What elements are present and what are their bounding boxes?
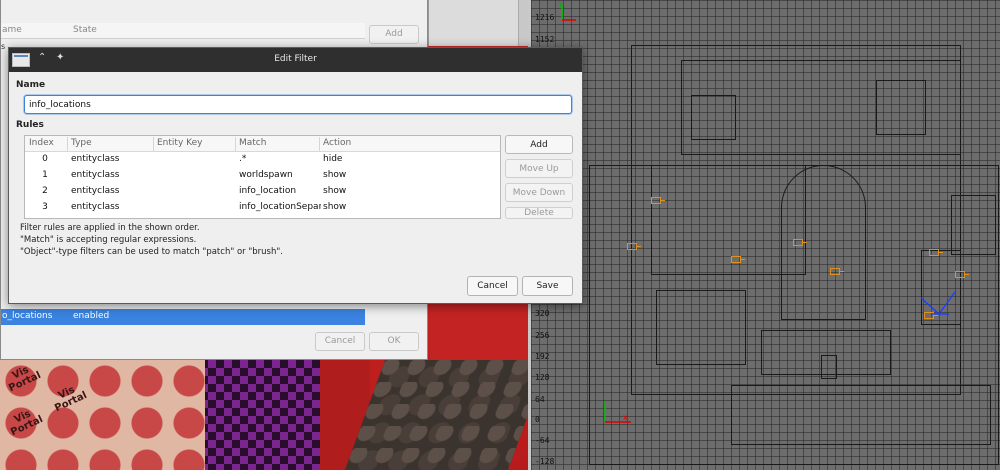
y-axis-tick: 256 [535, 331, 550, 340]
move-down-button[interactable]: Move Down [505, 183, 573, 202]
filter-name-input[interactable] [24, 95, 572, 114]
move-up-button[interactable]: Move Up [505, 159, 573, 178]
cell-index: 0 [42, 154, 48, 164]
table-row[interactable]: 2 entityclass info_location show [25, 184, 500, 200]
y-axis-tick: -64 [535, 436, 550, 445]
map-outline [656, 290, 746, 365]
info-location-entity[interactable] [955, 271, 969, 278]
y-axis-tick: 128 [535, 373, 550, 382]
map-outline [731, 385, 991, 445]
info-text: "Match" is accepting regular expressions… [20, 235, 197, 245]
rules-label: Rules [16, 120, 44, 130]
cell-type: entityclass [71, 202, 120, 212]
y-axis-tick: 1216 [535, 13, 555, 22]
cell-type: entityclass [71, 186, 120, 196]
info-location-entity[interactable] [651, 197, 665, 204]
window-edge [518, 0, 528, 46]
axis-label-x: x [623, 413, 628, 422]
cell-match: info_locationSeparat [239, 202, 321, 212]
cell-index: 2 [42, 186, 48, 196]
column-header-name: ame [2, 25, 22, 35]
cell-type: entityclass [71, 170, 120, 180]
table-row[interactable]: 0 entityclass .* hide [25, 152, 500, 168]
dialog-title: Edit Filter [274, 54, 317, 64]
axis-gizmo-icon [604, 402, 631, 423]
cell-action: show [323, 186, 347, 196]
filter-name: o_locations [2, 311, 53, 321]
camera-direction-icon [920, 291, 956, 315]
info-location-entity[interactable] [793, 239, 807, 246]
add-filter-button[interactable]: Add [369, 25, 419, 44]
filter-row-selected[interactable]: o_locations enabled [1, 309, 365, 325]
column-header-match[interactable]: Match [239, 138, 266, 152]
info-location-entity[interactable] [929, 249, 943, 256]
y-axis-tick: 192 [535, 352, 550, 361]
cell-match: worldspawn [239, 170, 293, 180]
info-location-entity[interactable] [830, 268, 844, 275]
edit-filter-dialog: ⌃ ✦ Edit Filter Name Rules Index Type En… [8, 47, 583, 304]
cell-action: hide [323, 154, 343, 164]
window-edge [428, 0, 528, 46]
rules-table[interactable]: Index Type Entity Key Match Action 0 ent… [24, 135, 501, 219]
ortho-2d-view[interactable]: 1216 1152 320 256 192 128 64 0 -64 -128 … [531, 0, 1000, 470]
cell-match: .* [239, 154, 247, 164]
checker-wall [200, 360, 320, 470]
filter-state: enabled [73, 311, 110, 321]
cancel-button[interactable]: Cancel [467, 276, 518, 296]
cell-index: 3 [42, 202, 48, 212]
info-text: "Object"-type filters can be used to mat… [20, 247, 283, 257]
y-axis-tick: 1152 [535, 35, 555, 44]
table-row[interactable]: 1 entityclass worldspawn show [25, 168, 500, 184]
red-wall-right [430, 300, 528, 360]
column-header-state: State [73, 25, 97, 35]
info-location-entity[interactable] [731, 256, 745, 263]
cancel-button[interactable]: Cancel [315, 332, 365, 351]
y-axis-tick: -128 [535, 457, 555, 466]
column-header-action[interactable]: Action [323, 138, 351, 152]
info-text: Filter rules are applied in the shown or… [20, 223, 200, 233]
rules-table-header: Index Type Entity Key Match Action [25, 136, 500, 152]
axis-label-y: Y [558, 0, 563, 9]
map-outline [691, 95, 736, 140]
add-rule-button[interactable]: Add [505, 135, 573, 154]
map-outline [821, 355, 837, 379]
y-axis-tick: 0 [535, 415, 540, 424]
cell-type: entityclass [71, 154, 120, 164]
name-label: Name [16, 80, 46, 90]
cell-match: info_location [239, 186, 297, 196]
ok-button[interactable]: OK [369, 332, 419, 351]
table-row[interactable]: 3 entityclass info_locationSeparat show [25, 200, 500, 216]
column-header-entity-key[interactable]: Entity Key [157, 138, 202, 152]
column-header-type[interactable]: Type [71, 138, 92, 152]
cell-action: show [323, 170, 347, 180]
cell-action: show [323, 202, 347, 212]
map-outline [876, 80, 926, 135]
y-axis-tick: 320 [535, 309, 550, 318]
info-location-entity[interactable] [627, 243, 641, 250]
filter-list-header: ame State [1, 23, 365, 39]
map-outline [951, 195, 996, 255]
y-axis-tick: 64 [535, 395, 545, 404]
column-header-index[interactable]: Index [29, 138, 54, 152]
delete-rule-button[interactable]: Delete [505, 207, 573, 219]
cell-index: 1 [42, 170, 48, 180]
titlebar[interactable]: ⌃ ✦ Edit Filter [9, 48, 582, 72]
save-button[interactable]: Save [522, 276, 573, 296]
